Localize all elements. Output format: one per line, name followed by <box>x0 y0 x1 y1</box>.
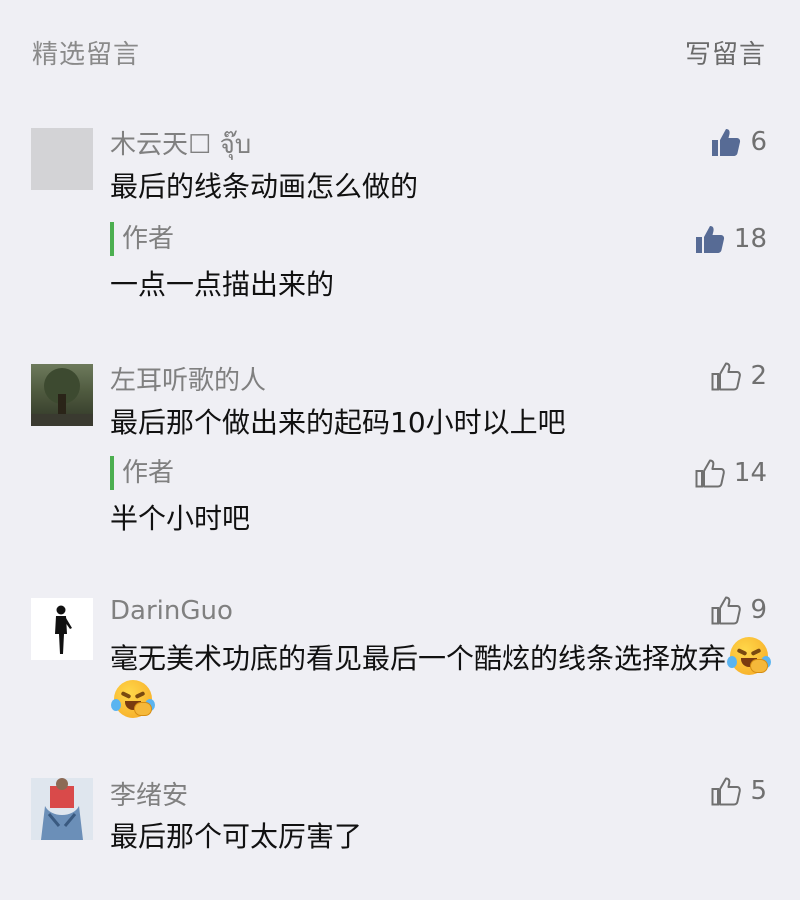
like-button[interactable]: 6 <box>710 124 767 160</box>
avatar[interactable] <box>31 778 93 840</box>
reply-like-button[interactable]: 14 <box>694 455 767 491</box>
thumbs-up-outline-icon <box>711 596 742 625</box>
like-count: 9 <box>750 595 767 625</box>
reply-like-button[interactable]: 18 <box>694 221 767 257</box>
like-button[interactable]: 5 <box>710 773 767 809</box>
comment-text: 最后那个可太厉害了 <box>110 820 363 853</box>
like-button[interactable]: 9 <box>710 592 767 628</box>
comments-header: 精选留言 写留言 <box>0 0 800 100</box>
like-count: 5 <box>750 776 767 806</box>
author-reply-label: 作者 <box>110 222 174 256</box>
thumbs-up-filled-icon <box>712 129 741 156</box>
thumbs-up-outline-icon <box>695 459 725 488</box>
comment-nickname[interactable]: 李绪安 <box>110 775 188 812</box>
avatar-image <box>31 368 93 426</box>
avatar-image <box>55 605 72 654</box>
comment-text-body: 毫无美术功底的看见最后一个酷炫的线条选择放弃 <box>110 642 727 675</box>
avatar[interactable] <box>31 128 93 190</box>
like-count: 2 <box>750 361 767 391</box>
write-comment-button[interactable]: 写留言 <box>685 34 766 71</box>
thumbs-up-outline-icon <box>711 777 742 806</box>
face-with-tears-of-joy-icon <box>111 680 155 718</box>
like-count: 6 <box>750 127 767 157</box>
thumbs-up-outline-icon <box>711 362 742 391</box>
comment-text: 最后那个做出来的起码10小时以上吧 <box>110 406 566 439</box>
comment-nickname[interactable]: 木云天☐ จุ๊บ <box>110 124 251 165</box>
reply-like-count: 14 <box>733 458 767 488</box>
author-reply-label: 作者 <box>110 456 174 490</box>
reply-like-count: 18 <box>733 224 767 254</box>
thumbs-up-filled-icon <box>695 226 725 253</box>
comment-nickname[interactable]: 左耳听歌的人 <box>110 360 266 397</box>
comment-text: 最后的线条动画怎么做的 <box>110 170 419 203</box>
avatar[interactable] <box>31 364 93 426</box>
avatar-image <box>31 778 93 840</box>
featured-comments-title: 精选留言 <box>32 40 141 70</box>
comment-nickname[interactable]: DarinGuo <box>110 596 233 626</box>
face-with-tears-of-joy-icon <box>727 637 772 675</box>
author-reply-text: 半个小时吧 <box>110 502 251 535</box>
author-reply-text: 一点一点描出来的 <box>110 268 335 301</box>
like-button[interactable]: 2 <box>710 358 767 394</box>
avatar[interactable] <box>31 598 93 660</box>
comment-text: 毫无美术功底的看见最后一个酷炫的线条选择放弃 <box>110 637 772 723</box>
